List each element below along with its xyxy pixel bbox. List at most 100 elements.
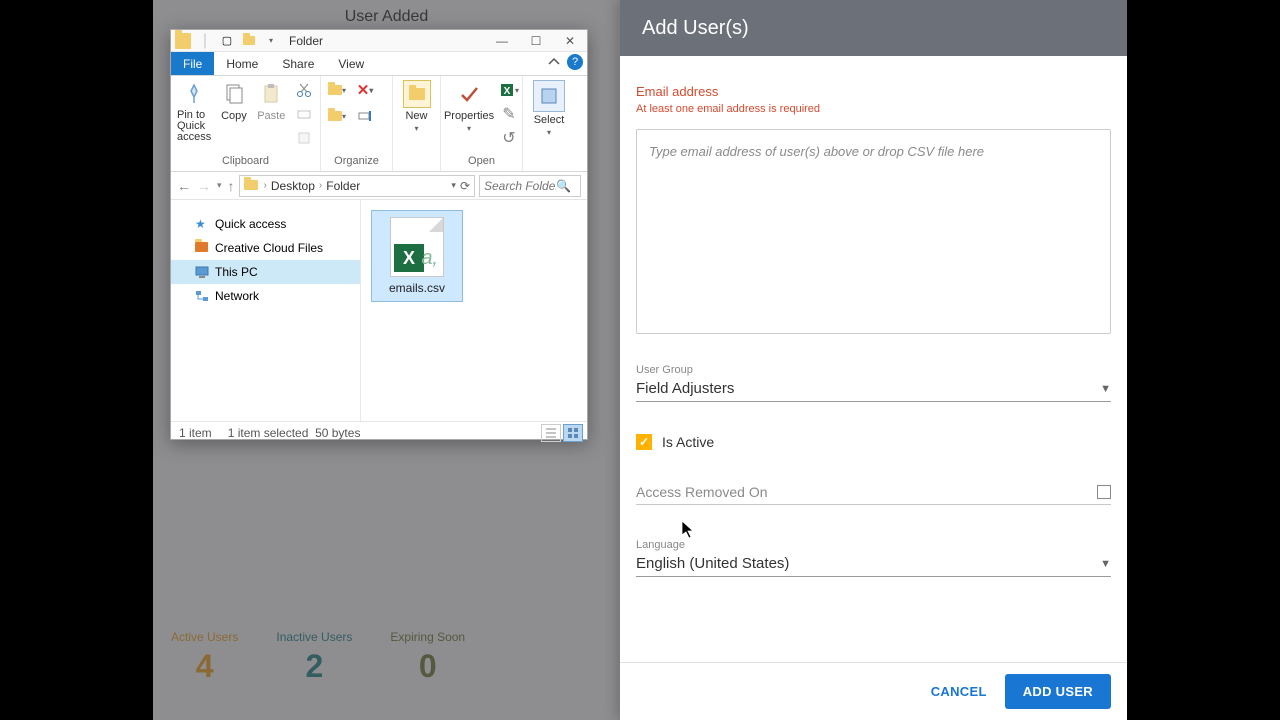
field-label: Access Removed On: [636, 484, 768, 500]
button-label: Properties: [444, 110, 494, 122]
copy-button[interactable]: Copy: [219, 80, 248, 122]
tab-file[interactable]: File: [171, 52, 214, 75]
language-select[interactable]: English (United States) ▼: [636, 551, 1111, 577]
file-list[interactable]: X a, emails.csv: [361, 200, 587, 421]
properties-button[interactable]: Properties ▾: [447, 80, 491, 133]
edit-icon[interactable]: ✎: [499, 104, 519, 124]
status-bar: 1 item 1 item selected 50 bytes: [171, 421, 587, 443]
nav-item-label: Creative Cloud Files: [215, 241, 323, 255]
chevron-down-icon[interactable]: ▾: [451, 180, 456, 191]
folder-icon: [175, 33, 191, 49]
tab-view[interactable]: View: [326, 52, 376, 75]
collapse-ribbon-icon[interactable]: [547, 55, 561, 69]
nav-item-creative-cloud[interactable]: Creative Cloud Files: [171, 236, 360, 260]
navigation-pane: ★ Quick access Creative Cloud Files This…: [171, 200, 361, 421]
nav-item-label: This PC: [215, 265, 258, 279]
paste-shortcut-icon[interactable]: [294, 128, 314, 148]
status-selection: 1 item selected 50 bytes: [228, 426, 361, 440]
add-user-button[interactable]: ADD USER: [1005, 674, 1111, 709]
folder-icon: [195, 241, 209, 255]
cut-icon[interactable]: [294, 80, 314, 100]
button-label: Pin to Quick access: [177, 110, 211, 143]
open-icon[interactable]: X▾: [499, 80, 519, 100]
nav-item-quick-access[interactable]: ★ Quick access: [171, 212, 360, 236]
chevron-down-icon: ▾: [467, 124, 471, 133]
select-value: English (United States): [636, 555, 789, 572]
tab-share[interactable]: Share: [270, 52, 326, 75]
search-field[interactable]: [484, 179, 556, 193]
up-button[interactable]: ↑: [228, 178, 235, 194]
status-item-count: 1 item: [179, 426, 212, 440]
checkmark-icon: [455, 80, 483, 108]
paste-icon: [257, 80, 285, 108]
close-button[interactable]: ✕: [553, 30, 587, 52]
delete-icon[interactable]: ✕▾: [355, 80, 375, 100]
nav-item-network[interactable]: Network: [171, 284, 360, 308]
new-folder-icon: [403, 80, 431, 108]
email-input[interactable]: Type email address of user(s) above or d…: [636, 129, 1111, 334]
recent-dropdown-icon[interactable]: ▾: [217, 180, 222, 191]
chevron-down-icon: ▼: [1100, 383, 1111, 395]
button-label: Paste: [257, 110, 285, 122]
search-icon[interactable]: 🔍: [556, 179, 571, 193]
view-details-icon[interactable]: [541, 424, 561, 442]
help-icon[interactable]: ?: [567, 54, 583, 70]
email-label: Email address: [636, 84, 1111, 99]
copy-path-icon[interactable]: [294, 104, 314, 124]
user-group-label: User Group: [636, 364, 1111, 376]
pin-to-quick-access-button[interactable]: Pin to Quick access: [177, 80, 211, 143]
button-label: Copy: [221, 110, 247, 122]
breadcrumb-separator: ›: [319, 180, 322, 191]
window-title: Folder: [289, 34, 323, 48]
ribbon-tabs: File Home Share View ?: [171, 52, 587, 76]
view-large-icons-icon[interactable]: [563, 424, 583, 442]
excel-badge-icon: X: [394, 244, 424, 272]
email-error-message: At least one email address is required: [636, 103, 1111, 115]
address-bar: ← → ▾ ↑ › Desktop › Folder ▾ ⟳ 🔍: [171, 172, 587, 200]
properties-icon[interactable]: ▢: [219, 33, 235, 49]
history-icon[interactable]: ↺: [499, 128, 519, 148]
copy-to-icon[interactable]: ▾: [327, 106, 347, 126]
refresh-icon[interactable]: ⟳: [460, 179, 470, 193]
back-button[interactable]: ←: [177, 178, 191, 194]
new-button[interactable]: New ▾: [399, 80, 434, 133]
csv-file-icon: X a,: [390, 217, 444, 277]
select-button[interactable]: Select ▾: [529, 80, 569, 137]
cancel-button[interactable]: CANCEL: [931, 684, 987, 699]
copy-icon: [220, 80, 248, 108]
drawer-title: Add User(s): [620, 0, 1127, 56]
file-name: emails.csv: [389, 281, 445, 295]
pc-icon: [195, 265, 209, 279]
chevron-down-icon: ▼: [1100, 558, 1111, 570]
breadcrumb[interactable]: › Desktop › Folder ▾ ⟳: [239, 175, 475, 197]
access-removed-input[interactable]: Access Removed On: [636, 484, 1111, 505]
breadcrumb-item[interactable]: Folder: [326, 179, 360, 193]
forward-button[interactable]: →: [197, 178, 211, 194]
breadcrumb-item[interactable]: Desktop: [271, 179, 315, 193]
group-label: Organize: [327, 155, 386, 171]
maximize-button[interactable]: ☐: [519, 30, 553, 52]
window-titlebar[interactable]: | ▢ ▾ Folder ― ☐ ✕: [171, 30, 587, 52]
nav-item-label: Network: [215, 289, 259, 303]
ribbon: Pin to Quick access Copy Paste: [171, 76, 587, 172]
svg-text:X: X: [504, 86, 511, 97]
is-active-checkbox[interactable]: ✓ Is Active: [636, 434, 1111, 450]
drawer-footer: CANCEL ADD USER: [620, 662, 1127, 720]
breadcrumb-separator: ›: [264, 180, 267, 191]
folder-icon-small: [241, 33, 257, 49]
nav-item-this-pc[interactable]: This PC: [171, 260, 360, 284]
user-group-select[interactable]: Field Adjusters ▼: [636, 376, 1111, 402]
folder-icon: [244, 179, 260, 193]
search-input[interactable]: 🔍: [479, 175, 581, 197]
group-label: [529, 155, 569, 171]
rename-icon[interactable]: [355, 106, 375, 126]
minimize-button[interactable]: ―: [485, 30, 519, 52]
dropdown-icon[interactable]: ▾: [263, 33, 279, 49]
paste-button[interactable]: Paste: [257, 80, 286, 122]
tab-home[interactable]: Home: [214, 52, 270, 75]
group-label: Clipboard: [177, 155, 314, 171]
qat-separator: |: [197, 33, 213, 49]
move-to-icon[interactable]: ▾: [327, 80, 347, 100]
file-item-emails-csv[interactable]: X a, emails.csv: [371, 210, 463, 302]
group-label: Open: [447, 155, 516, 171]
